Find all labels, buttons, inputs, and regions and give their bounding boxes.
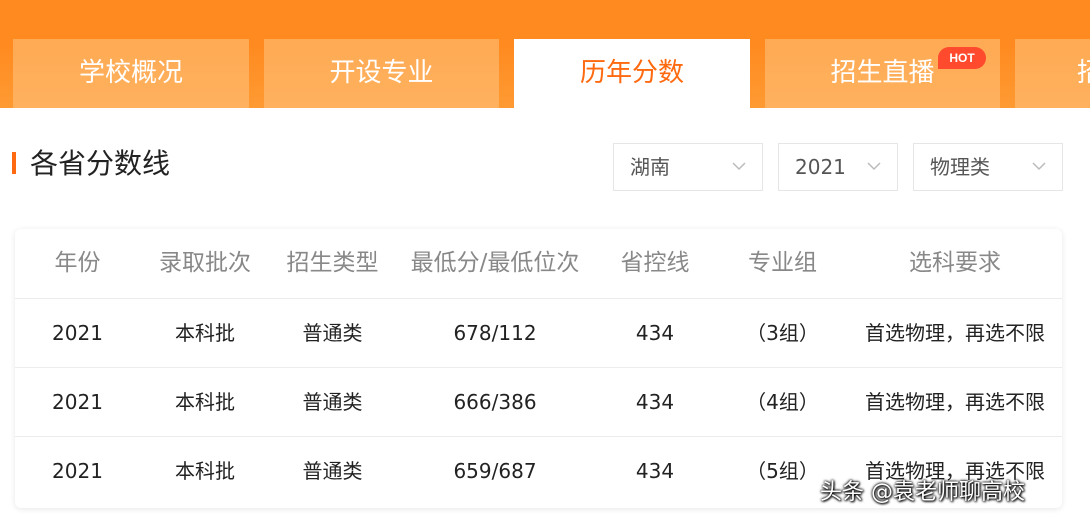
cell-batch: 本科批 — [175, 459, 235, 483]
subject-select[interactable]: 物理类 — [913, 143, 1063, 191]
province-select-value: 湖南 — [630, 155, 670, 179]
cell-major-group: （4组） — [746, 390, 819, 414]
cell-min-score-rank: 659/687 — [453, 459, 537, 483]
tab-school-overview[interactable]: 学校概况 — [13, 39, 249, 108]
year-select-value: 2021 — [795, 155, 846, 179]
score-table: 年份 录取批次 招生类型 最低分/最低位次 省控线 专业组 选科要求 2021 … — [15, 229, 1062, 508]
cell-control-line: 434 — [635, 321, 675, 345]
cell-control-line: 434 — [635, 390, 675, 414]
cell-min-score-rank: 678/112 — [453, 321, 537, 345]
section-title: 各省分数线 — [30, 147, 171, 180]
tab-more[interactable]: 招 — [1015, 39, 1090, 108]
cell-type: 普通类 — [302, 321, 363, 345]
tab-majors[interactable]: 开设专业 — [264, 39, 499, 108]
cell-min-score-rank: 666/386 — [453, 390, 537, 414]
cell-year: 2021 — [52, 321, 103, 345]
hot-badge: HOT — [938, 47, 986, 69]
cell-control-line: 434 — [635, 459, 675, 483]
col-header-batch: 录取批次 — [159, 250, 251, 276]
col-header-control-line: 省控线 — [620, 250, 690, 276]
year-select[interactable]: 2021 — [778, 143, 898, 191]
col-header-year: 年份 — [54, 250, 101, 276]
col-header-min-score-rank: 最低分/最低位次 — [410, 250, 580, 276]
cell-year: 2021 — [52, 390, 103, 414]
cell-type: 普通类 — [302, 390, 363, 414]
col-header-major-group: 专业组 — [748, 250, 817, 276]
section-accent-bar — [12, 152, 16, 174]
col-header-subject-req: 选科要求 — [909, 250, 1001, 276]
chevron-down-icon — [732, 160, 746, 172]
cell-batch: 本科批 — [175, 321, 235, 345]
cell-batch: 本科批 — [175, 390, 235, 414]
tab-historical-scores[interactable]: 历年分数 — [514, 39, 750, 108]
chevron-down-icon — [867, 160, 881, 172]
province-select[interactable]: 湖南 — [613, 143, 763, 191]
table-row: 2021 本科批 普通类 678/112 434 （3组） 首选物理，再选不限 — [15, 298, 1062, 367]
cell-major-group: （3组） — [746, 321, 819, 345]
table-header-row: 年份 录取批次 招生类型 最低分/最低位次 省控线 专业组 选科要求 — [15, 229, 1062, 298]
chevron-down-icon — [1032, 160, 1046, 172]
cell-subject-req: 首选物理，再选不限 — [865, 390, 1045, 414]
table-row: 2021 本科批 普通类 666/386 434 （4组） 首选物理，再选不限 — [15, 367, 1062, 436]
cell-type: 普通类 — [302, 459, 363, 483]
cell-year: 2021 — [52, 459, 103, 483]
col-header-type: 招生类型 — [286, 250, 379, 276]
subject-select-value: 物理类 — [930, 155, 990, 179]
cell-subject-req: 首选物理，再选不限 — [865, 321, 1045, 345]
watermark-text: 头条 @袁老师聊高校 — [820, 480, 1025, 505]
